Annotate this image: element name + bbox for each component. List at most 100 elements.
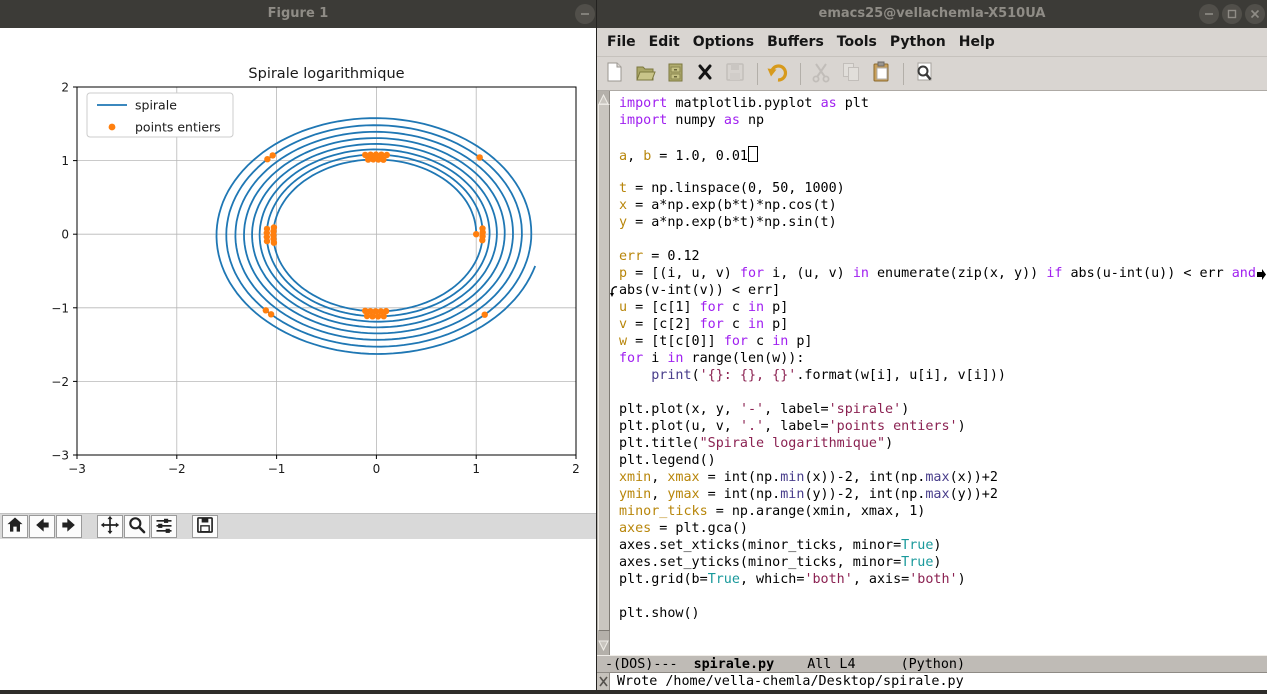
code-line: import matplotlib.pyplot as plt <box>610 95 1267 112</box>
emacs-title: emacs25@vellachemla-X510UA <box>597 0 1267 28</box>
code-line: plt.show() <box>610 605 1267 622</box>
code-line: import numpy as np <box>610 112 1267 129</box>
copy-button[interactable] <box>837 60 865 88</box>
emacs-menubar: File Edit Options Buffers Tools Python Help <box>597 28 1267 57</box>
figure-titlebar[interactable]: Figure 1 <box>0 0 596 29</box>
pan-button[interactable] <box>97 515 123 538</box>
x-tick-label: 2 <box>572 462 580 476</box>
menu-item-options[interactable]: Options <box>691 34 756 50</box>
y-tick-label: 1 <box>61 154 69 168</box>
axis-spine <box>77 87 576 455</box>
minimize-button[interactable] <box>575 4 595 24</box>
mode-line: -(DOS)--- spirale.py All L4 (Python) <box>597 655 1267 673</box>
integer-point <box>270 152 276 158</box>
minimize-icon <box>580 9 590 19</box>
close-button[interactable] <box>1245 4 1265 24</box>
save-button[interactable] <box>192 515 218 538</box>
legend-label: spirale <box>135 98 177 113</box>
scrollbar-thumb[interactable] <box>598 104 610 631</box>
back-button[interactable] <box>29 515 55 538</box>
dired-button[interactable] <box>661 60 689 88</box>
code-line: p = [(i, u, v) for i, (u, v) in enumerat… <box>610 265 1267 282</box>
figure-window: Figure 1 −3−2−1012−3−2−1012Spirale logar… <box>0 0 596 690</box>
code-line: axes.set_yticks(minor_ticks, minor=True) <box>610 554 1267 571</box>
save-buffer-button[interactable] <box>721 60 749 88</box>
minimize-button[interactable] <box>1199 4 1219 24</box>
integer-point <box>375 313 381 319</box>
x-tick-label: −3 <box>68 462 86 476</box>
code-line <box>610 129 1267 146</box>
home-button[interactable] <box>2 515 28 538</box>
legend-point-sample <box>109 124 116 131</box>
code-line: print('{}: {}, {}'.format(w[i], u[i], v[… <box>610 367 1267 384</box>
paste-button[interactable] <box>867 60 895 88</box>
menu-item-buffers[interactable]: Buffers <box>765 34 826 50</box>
scrollbar-down-icon[interactable] <box>597 637 610 650</box>
undo-icon <box>767 61 789 86</box>
code-line: plt.plot(x, y, '-', label='spirale') <box>610 401 1267 418</box>
code-line: ymin, ymax = int(np.min(y))-2, int(np.ma… <box>610 486 1267 503</box>
maximize-button[interactable] <box>1222 4 1242 24</box>
open-file-icon <box>634 61 656 86</box>
copy-icon <box>840 61 862 86</box>
code-line: minor_ticks = np.arange(xmin, xmax, 1) <box>610 503 1267 520</box>
integer-point <box>264 156 270 162</box>
integer-point <box>477 154 483 160</box>
undo-button[interactable] <box>764 60 792 88</box>
chart-title: Spirale logarithmique <box>248 66 404 82</box>
emacs-titlebar[interactable]: emacs25@vellachemla-X510UA <box>597 0 1267 29</box>
forward-button[interactable] <box>56 515 82 538</box>
forward-icon <box>58 515 80 538</box>
integer-point <box>362 152 368 158</box>
code-line: xmin, xmax = int(np.min(x))-2, int(np.ma… <box>610 469 1267 486</box>
integer-point <box>264 238 270 244</box>
plot-canvas[interactable]: −3−2−1012−3−2−1012Spirale logarithmiques… <box>0 28 596 513</box>
integer-point <box>268 311 274 317</box>
code-line <box>610 163 1267 180</box>
menu-item-help[interactable]: Help <box>957 34 997 50</box>
emacs-buffer-area: import matplotlib.pyplot as pltimport nu… <box>597 91 1267 655</box>
left-scrollbar[interactable] <box>597 91 610 655</box>
code-line: axes = plt.gca() <box>610 520 1267 537</box>
y-tick-label: −2 <box>51 375 69 389</box>
integer-point <box>271 240 277 246</box>
subplots-button[interactable] <box>151 515 177 538</box>
code-pane[interactable]: import matplotlib.pyplot as pltimport nu… <box>610 91 1267 655</box>
toolbar-separator <box>800 63 801 85</box>
minibuffer[interactable]: Wrote /home/vella-chemla/Desktop/spirale… <box>597 673 1267 690</box>
new-file-icon <box>604 61 626 86</box>
integer-point <box>381 313 387 319</box>
cut-button[interactable] <box>807 60 835 88</box>
x-tick-label: 1 <box>472 462 480 476</box>
emacs-toolbar <box>597 57 1267 91</box>
emacs-window: emacs25@vellachemla-X510UA File Edit Optio… <box>596 0 1267 690</box>
code-line: a, b = 1.0, 0.01 <box>610 146 1267 163</box>
scrollbar-up-icon[interactable] <box>597 91 610 104</box>
code-line: for i in range(len(w)): <box>610 350 1267 367</box>
close-buffer-button[interactable] <box>691 60 719 88</box>
open-file-button[interactable] <box>631 60 659 88</box>
menu-item-file[interactable]: File <box>605 34 638 50</box>
minibuffer-corner-icon <box>597 673 610 690</box>
figure-title: Figure 1 <box>0 0 596 28</box>
home-icon <box>4 515 26 538</box>
code-line: w = [t[c[0]] for c in p] <box>610 333 1267 350</box>
search-icon <box>913 61 935 86</box>
zoom-icon <box>126 515 148 538</box>
integer-point <box>482 312 488 318</box>
menu-item-python[interactable]: Python <box>888 34 948 50</box>
search-button[interactable] <box>910 60 938 88</box>
menu-item-edit[interactable]: Edit <box>647 34 682 50</box>
new-file-button[interactable] <box>601 60 629 88</box>
zoom-button[interactable] <box>124 515 150 538</box>
save-buffer-icon <box>724 61 746 86</box>
menu-item-tools[interactable]: Tools <box>835 34 879 50</box>
back-icon <box>31 515 53 538</box>
mode-line-coding: -(DOS)--- <box>605 657 678 672</box>
integer-point <box>263 307 269 313</box>
integer-point <box>473 231 479 237</box>
paste-icon <box>870 61 892 86</box>
code-line <box>610 384 1267 401</box>
code-line: v = [c[2] for c in p] <box>610 316 1267 333</box>
close-icon <box>1250 9 1260 19</box>
